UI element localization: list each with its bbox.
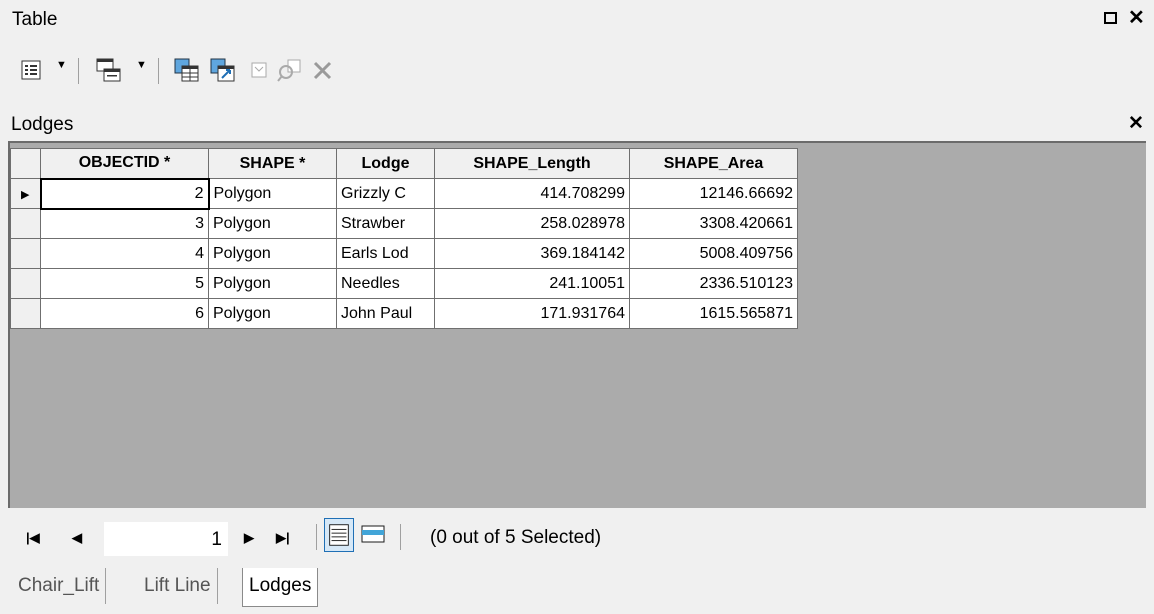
header-row-selector[interactable]: [10, 148, 41, 179]
cell-shape-length[interactable]: 241.10051: [434, 268, 630, 299]
cell-shape[interactable]: Polygon: [208, 238, 337, 269]
switch-selection-icon[interactable]: [208, 56, 238, 84]
cell-objectid[interactable]: 2: [39, 177, 210, 210]
delete-selected-icon[interactable]: [310, 56, 336, 84]
table-row[interactable]: 4 Polygon Earls Lod 369.184142 5008.4097…: [10, 238, 798, 269]
maximize-icon[interactable]: [1104, 12, 1117, 24]
tab-chair-lift[interactable]: Chair_Lift: [12, 568, 107, 604]
navigator-separator: [316, 524, 317, 550]
cell-shape-length[interactable]: 414.708299: [434, 178, 630, 209]
table-options-dropdown-icon[interactable]: ▼: [56, 59, 67, 71]
show-all-records-icon[interactable]: [324, 518, 354, 552]
navigator-separator: [400, 524, 401, 550]
clear-selection-icon[interactable]: [248, 56, 270, 84]
toolbar-separator: [78, 58, 79, 84]
column-header-shape-length[interactable]: SHAPE_Length: [434, 148, 630, 179]
cell-shape-area[interactable]: 2336.510123: [629, 268, 798, 299]
cell-shape[interactable]: Polygon: [208, 178, 337, 209]
table-toolbar: ▼ ▼: [0, 50, 600, 90]
cell-shape-area[interactable]: 5008.409756: [629, 238, 798, 269]
row-selector[interactable]: [10, 208, 41, 239]
window-titlebar: Table ✕: [0, 0, 1154, 40]
cell-lodge[interactable]: Grizzly C: [336, 178, 435, 209]
cell-shape-area[interactable]: 12146.66692: [629, 178, 798, 209]
cell-lodge[interactable]: Earls Lod: [336, 238, 435, 269]
table-tabs: Chair_Lift Lift Line Lodges: [8, 568, 608, 608]
attribute-grid: OBJECTID * SHAPE * Lodge SHAPE_Length SH…: [8, 141, 1146, 508]
record-navigator: |◀ ◀ 1 ▶ ▶| (0 out of 5 Selected): [8, 510, 1146, 566]
show-selected-records-icon[interactable]: [358, 518, 388, 552]
column-header-shape[interactable]: SHAPE *: [208, 148, 337, 179]
cell-shape[interactable]: Polygon: [208, 208, 337, 239]
cell-shape[interactable]: Polygon: [208, 298, 337, 329]
column-header-lodge[interactable]: Lodge: [336, 148, 435, 179]
current-row-icon: ▶: [21, 188, 30, 201]
related-tables-dropdown-icon[interactable]: ▼: [136, 59, 147, 71]
previous-record-icon[interactable]: ◀: [72, 530, 82, 546]
cell-lodge[interactable]: Needles: [336, 268, 435, 299]
cell-objectid[interactable]: 6: [40, 298, 209, 329]
cell-shape-length[interactable]: 171.931764: [434, 298, 630, 329]
cell-shape-length[interactable]: 258.028978: [434, 208, 630, 239]
column-header-objectid[interactable]: OBJECTID *: [40, 148, 209, 179]
current-record-input[interactable]: 1: [104, 522, 228, 556]
table-name: Lodges: [11, 114, 74, 135]
close-window-icon[interactable]: ✕: [1128, 6, 1145, 30]
cell-shape-length[interactable]: 369.184142: [434, 238, 630, 269]
cell-lodge[interactable]: John Paul: [336, 298, 435, 329]
current-record-value: 1: [211, 529, 222, 550]
next-record-icon[interactable]: ▶: [244, 530, 254, 546]
cell-lodge[interactable]: Strawber: [336, 208, 435, 239]
row-selector[interactable]: [10, 238, 41, 269]
window-title: Table: [12, 9, 58, 30]
tab-lift-line[interactable]: Lift Line: [138, 568, 218, 604]
table-row[interactable]: 3 Polygon Strawber 258.028978 3308.42066…: [10, 208, 798, 239]
cell-objectid[interactable]: 3: [40, 208, 209, 239]
row-selector[interactable]: [10, 298, 41, 329]
table-header-row: OBJECTID * SHAPE * Lodge SHAPE_Length SH…: [10, 148, 798, 179]
row-selector[interactable]: ▶: [10, 178, 41, 209]
related-tables-icon[interactable]: [94, 56, 124, 84]
selection-status: (0 out of 5 Selected): [430, 527, 602, 548]
select-by-attributes-icon[interactable]: [172, 56, 202, 84]
table-row[interactable]: ▶ 2 Polygon Grizzly C 414.708299 12146.6…: [10, 177, 798, 210]
first-record-icon[interactable]: |◀: [26, 530, 40, 546]
table-row[interactable]: 5 Polygon Needles 241.10051 2336.510123: [10, 268, 798, 299]
table-options-icon[interactable]: [20, 56, 44, 84]
last-record-icon[interactable]: ▶|: [276, 530, 290, 546]
toolbar-separator: [158, 58, 159, 84]
column-header-shape-area[interactable]: SHAPE_Area: [629, 148, 798, 179]
cell-shape[interactable]: Polygon: [208, 268, 337, 299]
attribute-table: OBJECTID * SHAPE * Lodge SHAPE_Length SH…: [10, 148, 798, 329]
cell-objectid[interactable]: 5: [40, 268, 209, 299]
tab-lodges[interactable]: Lodges: [242, 568, 319, 607]
cell-objectid[interactable]: 4: [40, 238, 209, 269]
cell-shape-area[interactable]: 1615.565871: [629, 298, 798, 329]
cell-shape-area[interactable]: 3308.420661: [629, 208, 798, 239]
close-table-icon[interactable]: ✕: [1128, 112, 1144, 135]
table-row[interactable]: 6 Polygon John Paul 171.931764 1615.5658…: [10, 298, 798, 329]
zoom-to-selected-icon[interactable]: [276, 56, 304, 84]
row-selector[interactable]: [10, 268, 41, 299]
table-tab-header: Lodges ✕: [0, 108, 1154, 140]
